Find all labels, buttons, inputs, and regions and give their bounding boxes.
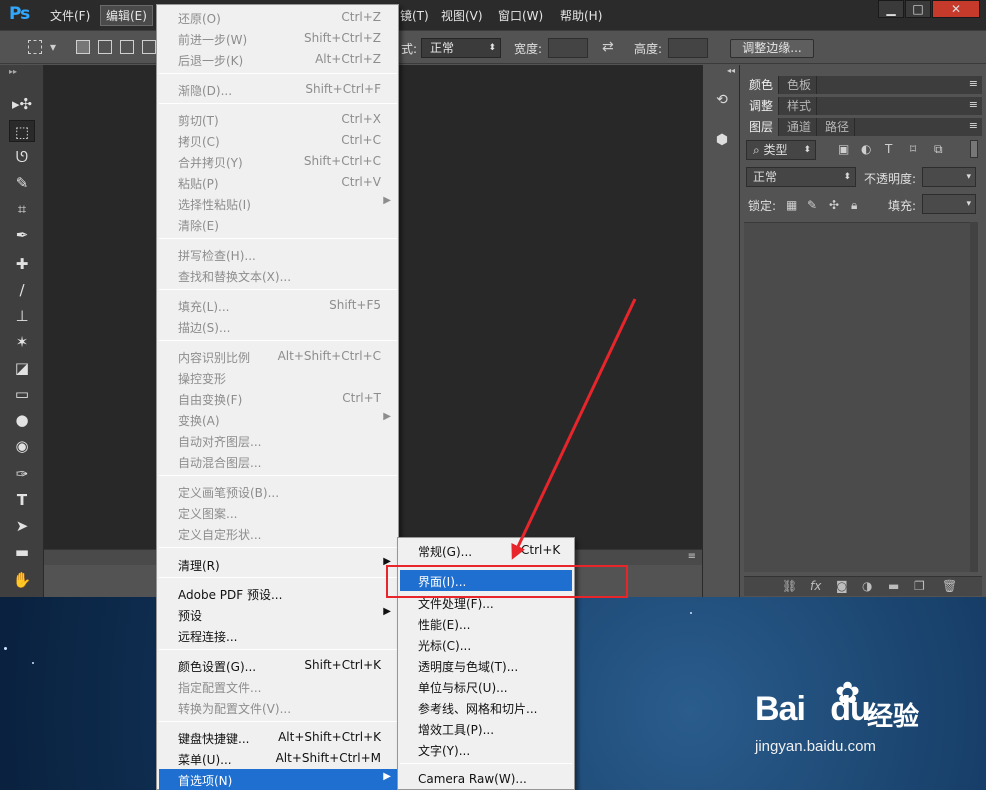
- paw-icon: ✿: [835, 676, 861, 711]
- arrow-line: [511, 298, 637, 560]
- watermark-cn: 经验: [867, 702, 920, 732]
- baidu-jingyan-watermark: Bai du ✿ 经验 jingyan.baidu.com: [755, 668, 975, 778]
- watermark-url: jingyan.baidu.com: [755, 738, 876, 755]
